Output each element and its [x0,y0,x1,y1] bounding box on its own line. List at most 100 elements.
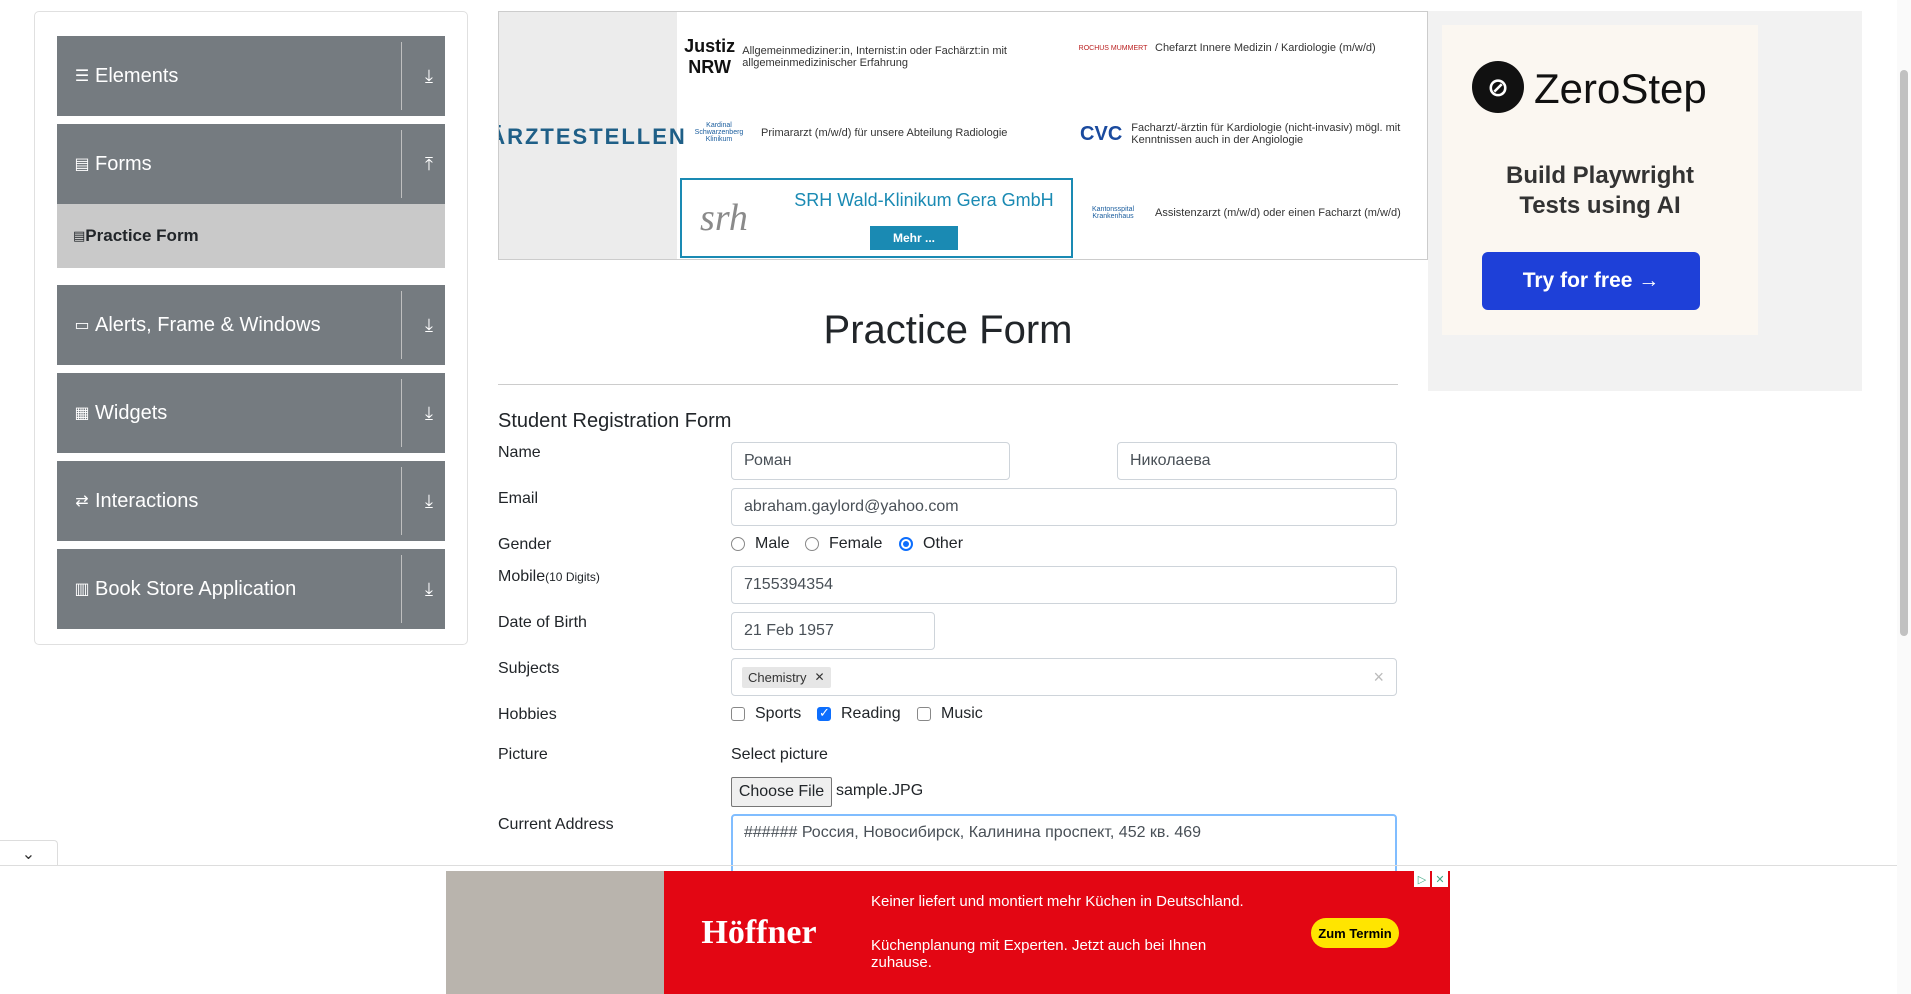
last-name-input[interactable]: Николаева [1117,442,1397,480]
subjects-label: Subjects [498,660,560,677]
hobby-checkbox-sports[interactable]: Sports [731,705,801,723]
divider [401,555,402,623]
close-icon[interactable]: ✕ [1432,871,1448,887]
download-arrow-icon[interactable]: ⤓ [413,461,445,541]
interaction-icon: ⇄ [75,493,89,510]
form-title: Student Registration Form [498,410,732,432]
radio-button[interactable] [731,537,745,551]
first-name-input[interactable]: Роман [731,442,1010,480]
ad-featured-name: SRH Wald-Klinikum Gera GmbH [794,190,1054,210]
ad-job-item[interactable]: Kardinal Schwarzenberg Klinikum Primarar… [683,122,1063,143]
hobby-checkbox-music[interactable]: Music [917,705,983,723]
radio-label: Other [923,535,964,552]
name-label: Name [498,444,541,461]
checkbox[interactable] [817,705,831,721]
divider [401,379,402,447]
try-for-free-button[interactable]: Try for free → [1482,252,1700,310]
window-icon: ▭ [74,317,90,334]
document-icon: ▤ [73,228,86,243]
scrollbar-thumb[interactable] [1900,70,1908,636]
mobile-hint: (10 Digits) [545,570,600,584]
sidebar-group-elements[interactable]: ☰ Elements ⤓ [57,36,445,116]
sidebar-group-interactions[interactable]: ⇄ Interactions ⤓ [57,461,445,541]
ad-job-logo: Kardinal Schwarzenberg Klinikum [694,122,744,143]
upload-arrow-icon[interactable]: ⤒ [413,124,445,204]
sidebar-group-alerts[interactable]: ▭ Alerts, Frame & Windows ⤓ [57,285,445,365]
bottom-ad-banner[interactable]: Höffner Keiner liefert und montiert mehr… [446,871,1450,994]
right-ad-banner[interactable]: ⊘ ZeroStep Build Playwright Tests using … [1428,11,1862,391]
sidebar: ☰ Elements ⤓ ▤ Forms ⤒ ▤ Practice Form ▭ Ale… [34,11,468,645]
gender-radio-male[interactable]: Male [731,535,790,553]
mobile-input[interactable]: 7155394354 [731,566,1397,604]
sidebar-group-label: Book Store Application [95,577,297,600]
ad-job-logo: Justiz NRW [684,36,736,77]
sidebar-item-practice-form[interactable]: ▤ Practice Form [57,204,445,268]
adchoices-icon[interactable]: ▷ [1414,871,1430,887]
divider [0,865,1897,866]
radio-button[interactable] [899,537,913,551]
dob-input[interactable]: 21 Feb 1957 [731,612,935,650]
chip-remove-icon[interactable]: ✕ [815,670,825,684]
file-name: sample.JPG [836,782,924,799]
email-input[interactable]: abraham.gaylord@yahoo.com [731,488,1397,526]
mobile-label-text: Mobile [498,568,546,585]
sidebar-group-forms[interactable]: ▤ Forms ⤒ [57,124,445,204]
ad-cta-button[interactable]: Zum Termin [1311,918,1399,948]
divider [401,467,402,535]
chip-label: Chemistry [748,669,807,685]
download-arrow-icon[interactable]: ⤓ [413,549,445,629]
ad-job-item[interactable]: Justiz NRW Allgemeinmediziner:in, Intern… [683,36,1063,78]
grid-icon: ▦ [74,405,90,422]
subjects-input[interactable]: Chemistry ✕ × [731,658,1397,696]
dob-label: Date of Birth [498,614,587,631]
gender-radio-female[interactable]: Female [805,535,882,553]
divider [401,42,402,110]
ad-job-logo: ROCHUS MUMMERT [1078,44,1148,52]
download-arrow-icon[interactable]: ⤓ [413,373,445,453]
ad-job-item[interactable]: Kantonsspital Krankenhaus Assistenzarzt … [1077,206,1427,220]
sidebar-item-label: Practice Form [85,226,199,245]
srh-logo: srh [700,197,748,239]
top-ad-banner[interactable]: ÄRZTESTELLEN Justiz NRW Allgemeinmedizin… [498,11,1428,260]
hobby-checkbox-reading[interactable]: Reading [817,705,901,723]
sidebar-group-label: Elements [95,64,179,87]
hamburger-icon: ☰ [74,68,90,85]
checkbox[interactable] [731,707,745,721]
divider [401,291,402,359]
mobile-label: Mobile(10 Digits) [498,568,600,586]
ad-job-item[interactable]: ROCHUS MUMMERT Chefarzt Innere Medizin /… [1077,42,1427,54]
download-arrow-icon[interactable]: ⤓ [413,36,445,116]
sidebar-group-label: Alerts, Frame & Windows [95,313,321,336]
radio-label: Female [829,535,883,552]
sidebar-group-widgets[interactable]: ▦ Widgets ⤓ [57,373,445,453]
ad-brand-logo: Höffner [701,913,817,951]
radio-button[interactable] [805,537,819,551]
ad-photo [446,871,664,994]
books-icon: ▥ [74,581,90,598]
ad-more-button[interactable]: Mehr ... [870,226,958,250]
gender-label: Gender [498,536,552,553]
ad-job-item[interactable]: CVC Facharzt/-ärztin für Kardiologie (ni… [1077,122,1427,146]
checkbox-label: Reading [841,705,901,722]
ad-job-text: Primararzt (m/w/d) für unsere Abteilung … [761,126,1008,139]
divider [498,384,1398,385]
ad-job-text: Allgemeinmediziner:in, Internist:in oder… [742,45,1007,69]
clear-icon[interactable]: × [1373,667,1384,688]
divider [401,130,402,198]
sidebar-group-book-store[interactable]: ▥ Book Store Application ⤓ [57,549,445,629]
ad-featured-employer[interactable]: srh SRH Wald-Klinikum Gera GmbH Mehr ... [680,178,1073,258]
address-label: Current Address [498,816,614,833]
checkbox[interactable] [917,707,931,721]
zerostep-logo-icon: ⊘ [1472,61,1524,113]
hobbies-label: Hobbies [498,706,557,723]
page-title: Practice Form [823,308,1073,352]
sidebar-group-label: Forms [95,152,152,175]
ad-job-logo: CVC [1080,122,1123,145]
choose-file-button[interactable]: Choose File [731,777,832,807]
ad-brand: ZeroStep [1534,65,1707,112]
ad-brand-logo: ÄRZTESTELLEN [499,12,685,259]
download-arrow-icon[interactable]: ⤓ [413,285,445,365]
gender-radio-other[interactable]: Other [899,535,963,553]
chevron-down-icon[interactable]: ⌄ [0,840,58,866]
radio-label: Male [755,535,790,552]
